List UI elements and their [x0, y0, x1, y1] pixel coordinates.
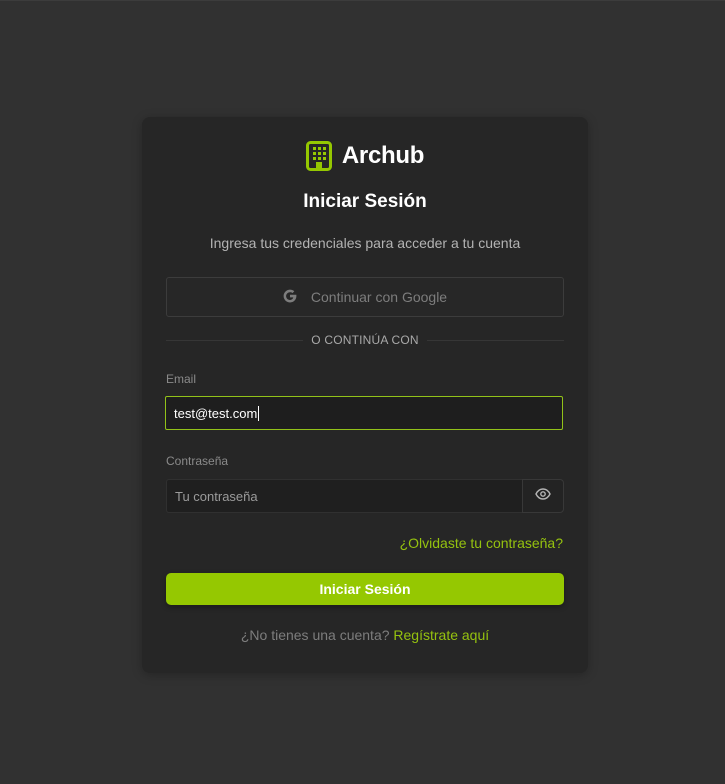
- divider-text: O CONTINÚA CON: [311, 333, 419, 347]
- google-button-label: Continuar con Google: [310, 289, 448, 305]
- divider: O CONTINÚA CON: [166, 333, 565, 347]
- building-icon: [305, 141, 332, 171]
- toggle-password-visibility-button[interactable]: [522, 479, 564, 513]
- password-field[interactable]: Tu contraseña: [166, 479, 522, 513]
- divider-line-right: [426, 339, 565, 341]
- page-title: Iniciar Sesión: [303, 191, 427, 212]
- forgot-password-link[interactable]: ¿Olvidaste tu contraseña?: [400, 535, 563, 551]
- google-signin-button[interactable]: Continuar con Google: [166, 277, 564, 317]
- eye-icon: [535, 487, 551, 505]
- window-top-border: [0, 0, 725, 1]
- divider-line-left: [166, 339, 304, 341]
- text-caret: [258, 405, 260, 421]
- password-label: Contraseña: [166, 454, 229, 468]
- signup-prompt-text: ¿No tienes una cuenta?: [240, 627, 390, 643]
- email-label: Email: [166, 372, 197, 386]
- signup-link[interactable]: Regístrate aquí: [393, 627, 489, 643]
- email-value: test@test.com: [174, 405, 258, 421]
- email-field[interactable]: test@test.com: [165, 396, 563, 430]
- brand-header: Archub: [142, 141, 588, 171]
- google-icon: [283, 289, 297, 306]
- page-subtitle: Ingresa tus credenciales para acceder a …: [209, 235, 521, 251]
- login-submit-button[interactable]: Iniciar Sesión: [166, 573, 564, 605]
- brand-name: Archub: [341, 142, 425, 169]
- password-placeholder: Tu contraseña: [175, 488, 258, 504]
- login-card: Archub Iniciar Sesión Ingresa tus creden…: [142, 117, 588, 673]
- signup-prompt: ¿No tienes una cuenta? Regístrate aquí: [142, 627, 588, 643]
